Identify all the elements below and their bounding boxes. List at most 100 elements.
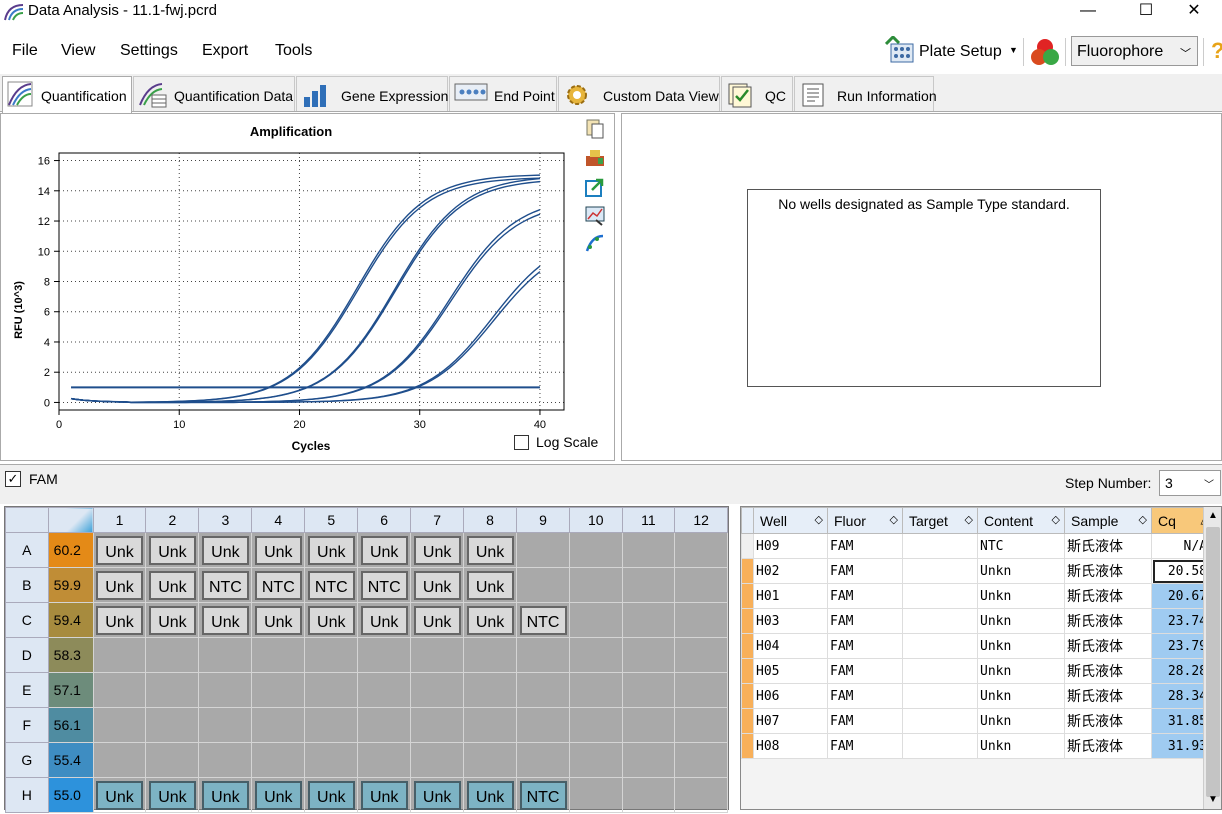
table-cell[interactable] bbox=[902, 533, 978, 559]
plate-column-header[interactable]: 9 bbox=[516, 507, 570, 533]
column-header[interactable]: Sample ◇ bbox=[1064, 507, 1152, 534]
plate-well-empty[interactable] bbox=[251, 637, 306, 673]
table-cell[interactable]: 斯氏液体 bbox=[1064, 533, 1152, 559]
tab-qc[interactable]: QC bbox=[721, 76, 793, 111]
row-selector[interactable] bbox=[741, 708, 754, 734]
plate-well-empty[interactable] bbox=[251, 672, 306, 708]
plate-well[interactable]: Unk bbox=[145, 567, 200, 603]
plate-well-empty[interactable] bbox=[251, 707, 306, 743]
tab-gene-expression[interactable]: Gene Expression bbox=[296, 76, 448, 111]
table-cell[interactable]: NTC bbox=[977, 533, 1065, 559]
table-cell[interactable] bbox=[902, 608, 978, 634]
table-cell[interactable]: Unkn bbox=[977, 583, 1065, 609]
plate-well-empty[interactable] bbox=[568, 602, 623, 638]
plate-well[interactable]: Unk bbox=[251, 532, 306, 568]
tab-quantification-data[interactable]: Quantification Data bbox=[133, 76, 295, 111]
table-cell[interactable]: FAM bbox=[827, 683, 903, 709]
plate-well-empty[interactable] bbox=[410, 637, 465, 673]
plate-well[interactable]: NTC bbox=[304, 567, 359, 603]
table-cell[interactable]: Unkn bbox=[977, 633, 1065, 659]
plate-well-empty[interactable] bbox=[568, 777, 623, 813]
table-cell[interactable]: H05 bbox=[753, 658, 828, 684]
plate-well[interactable]: Unk bbox=[304, 777, 359, 813]
table-cell[interactable]: 斯氏液体 bbox=[1064, 658, 1152, 684]
plate-column-header[interactable]: 12 bbox=[674, 507, 728, 533]
plate-well-empty[interactable] bbox=[674, 742, 728, 778]
curve-settings-icon[interactable] bbox=[584, 232, 606, 254]
plate-well-empty[interactable] bbox=[674, 532, 728, 568]
plate-well[interactable]: Unk bbox=[410, 532, 465, 568]
copy-icon[interactable] bbox=[584, 118, 606, 140]
plate-well[interactable]: Unk bbox=[463, 567, 518, 603]
plate-row-header[interactable]: G bbox=[5, 742, 49, 778]
menu-settings[interactable]: Settings bbox=[120, 42, 178, 60]
column-header[interactable]: Content ◇ bbox=[977, 507, 1065, 534]
plate-row-header[interactable]: F bbox=[5, 707, 49, 743]
table-cell[interactable]: H08 bbox=[753, 733, 828, 759]
plate-well-empty[interactable] bbox=[198, 672, 253, 708]
plate-well[interactable]: Unk bbox=[145, 532, 200, 568]
table-cell[interactable]: FAM bbox=[827, 733, 903, 759]
plate-well-empty[interactable] bbox=[304, 742, 359, 778]
plate-row-header[interactable]: A bbox=[5, 532, 49, 568]
tab-custom-data-view[interactable]: Custom Data View bbox=[558, 76, 720, 111]
plate-well[interactable]: Unk bbox=[145, 602, 200, 638]
table-cell[interactable] bbox=[902, 633, 978, 659]
table-cell[interactable] bbox=[902, 558, 978, 584]
plate-well-empty[interactable] bbox=[410, 672, 465, 708]
table-cell[interactable]: 斯氏液体 bbox=[1064, 733, 1152, 759]
table-cell[interactable]: 斯氏液体 bbox=[1064, 633, 1152, 659]
plate-well[interactable]: Unk bbox=[463, 777, 518, 813]
plate-well[interactable]: NTC bbox=[357, 567, 412, 603]
plate-well-empty[interactable] bbox=[410, 742, 465, 778]
plate-well-empty[interactable] bbox=[463, 742, 518, 778]
plate-well-empty[interactable] bbox=[516, 707, 570, 743]
plate-well-empty[interactable] bbox=[568, 707, 623, 743]
menu-view[interactable]: View bbox=[61, 42, 95, 60]
plate-well[interactable]: Unk bbox=[410, 602, 465, 638]
plate-well[interactable]: Unk bbox=[463, 602, 518, 638]
close-button[interactable]: ✕ bbox=[1166, 0, 1222, 26]
table-cell[interactable]: 斯氏液体 bbox=[1064, 683, 1152, 709]
plate-well-empty[interactable] bbox=[92, 672, 147, 708]
scroll-thumb[interactable] bbox=[1206, 527, 1220, 797]
plate-well-empty[interactable] bbox=[674, 672, 728, 708]
table-cell[interactable]: FAM bbox=[827, 583, 903, 609]
plate-well-empty[interactable] bbox=[463, 672, 518, 708]
table-cell[interactable]: Unkn bbox=[977, 558, 1065, 584]
plate-well-empty[interactable] bbox=[516, 742, 570, 778]
plate-well-empty[interactable] bbox=[674, 637, 728, 673]
tab-quantification[interactable]: Quantification bbox=[2, 76, 132, 113]
plate-well[interactable]: Unk bbox=[198, 777, 253, 813]
help-icon[interactable]: ? bbox=[1211, 38, 1222, 64]
plate-well-empty[interactable] bbox=[304, 707, 359, 743]
minimize-button[interactable]: — bbox=[1060, 0, 1116, 26]
plate-well-empty[interactable] bbox=[92, 742, 147, 778]
plate-row-header[interactable]: H bbox=[5, 777, 49, 813]
plate-column-header[interactable]: 5 bbox=[304, 507, 359, 533]
menu-tools[interactable]: Tools bbox=[275, 42, 312, 60]
table-cell[interactable] bbox=[902, 708, 978, 734]
plate-well-empty[interactable] bbox=[621, 532, 676, 568]
row-selector[interactable] bbox=[741, 608, 754, 634]
plate-well[interactable]: Unk bbox=[251, 777, 306, 813]
plate-well-empty[interactable] bbox=[516, 672, 570, 708]
table-cell[interactable]: FAM bbox=[827, 558, 903, 584]
plate-well-empty[interactable] bbox=[357, 637, 412, 673]
row-selector[interactable] bbox=[741, 633, 754, 659]
plate-row-header[interactable]: C bbox=[5, 602, 49, 638]
table-row[interactable]: H05 FAM Unkn 斯氏液体 28.28 bbox=[741, 658, 1214, 684]
plate-well-empty[interactable] bbox=[621, 777, 676, 813]
plate-well-empty[interactable] bbox=[568, 742, 623, 778]
plate-well-empty[interactable] bbox=[621, 707, 676, 743]
table-cell[interactable]: Unkn bbox=[977, 658, 1065, 684]
table-cell[interactable]: 斯氏液体 bbox=[1064, 608, 1152, 634]
plate-column-header[interactable]: 8 bbox=[463, 507, 518, 533]
plate-well-empty[interactable] bbox=[357, 672, 412, 708]
plate-well-empty[interactable] bbox=[568, 672, 623, 708]
plate-well-empty[interactable] bbox=[621, 672, 676, 708]
plate-well-empty[interactable] bbox=[92, 637, 147, 673]
plate-well[interactable]: Unk bbox=[92, 777, 147, 813]
table-cell[interactable]: FAM bbox=[827, 633, 903, 659]
plate-well-empty[interactable] bbox=[516, 567, 570, 603]
